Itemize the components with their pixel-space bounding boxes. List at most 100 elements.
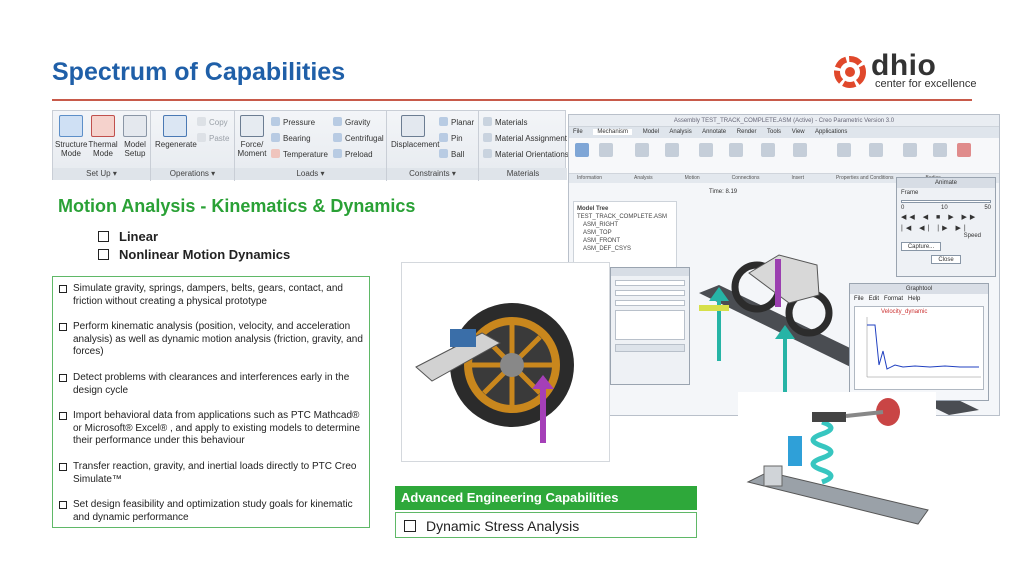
tab-applications[interactable]: Applications [815,129,847,135]
dhio-logo-icon [834,56,866,88]
model-tree-item[interactable]: ASM_FRONT [577,237,673,245]
thermal-mode-button[interactable]: Thermal Mode [87,115,119,158]
speed-label: Speed [963,233,981,239]
summary-icon[interactable] [575,143,589,157]
displacement-button[interactable]: Displacement [391,115,439,149]
model-tree-item[interactable]: ASM_RIGHT [577,221,673,229]
servo-motors-icon[interactable] [793,143,807,157]
ribbon-group-label: Loads ▾ [235,168,386,180]
bearing-button[interactable]: Bearing [271,133,311,144]
temperature-icon [271,149,280,158]
shock-absorber-render [738,392,936,540]
logo-tagline: center for excellence [875,78,977,90]
graph-chart-title: Velocity_dynamic [881,309,928,315]
animate-dialog: Animate Frame 0 10 50 ◀◀ ◀ ■ ▶ ▶▶ |◀ ◀| … [896,177,996,277]
swingarm-wheel-render [415,303,574,443]
model-setup-button[interactable]: Model Setup [119,115,151,158]
pressure-button[interactable]: Pressure [271,117,315,128]
force-moment-icon [240,115,264,137]
mass-properties-button-icon[interactable] [837,143,851,157]
checkbox-icon [59,412,67,421]
close-button[interactable]: Close [931,255,961,264]
ribbon-group-materials: Materials Material Assignment Material O… [479,111,569,181]
ribbon-group-operations: Regenerate Copy Paste Operations ▾ [151,111,235,181]
drag-components-icon[interactable] [699,143,713,157]
mass-properties-icon[interactable] [599,143,613,157]
capture-button[interactable]: Capture... [901,242,941,251]
mechanism-toolbar [569,138,999,174]
checkbox-icon [59,501,67,510]
dhio-logo: dhio center for excellence [833,49,983,92]
advanced-capabilities-heading: Advanced Engineering Capabilities [395,486,697,510]
playback-icon[interactable] [635,143,649,157]
dialog-field[interactable] [615,280,685,286]
ribbon-group-setup: Structure Mode Thermal Mode Model Setup … [53,111,151,181]
tab-model[interactable]: Model [643,129,659,135]
copy-button[interactable]: Copy [197,117,228,128]
model-tree-item[interactable]: ASM_TOP [577,229,673,237]
dialog-buttons[interactable] [615,344,685,352]
gears-icon[interactable] [761,143,775,157]
materials-icon [483,117,492,126]
tab-tools[interactable]: Tools [767,129,781,135]
features-box: Simulate gravity, springs, dampers, belt… [52,276,370,528]
pin-button[interactable]: Pin [439,133,463,144]
dialog-field[interactable] [615,290,685,296]
preload-button[interactable]: Preload [333,149,373,160]
graph-menu[interactable]: File Edit Format Help [850,294,988,304]
material-orientations-icon [483,149,492,158]
structure-mode-button[interactable]: Structure Mode [55,115,87,158]
dynamic-stress-item: Dynamic Stress Analysis [426,518,580,534]
ribbon-group-loads: Force/ Moment Pressure Bearing Temperatu… [235,111,387,181]
temperature-button[interactable]: Temperature [271,149,328,160]
centrifugal-button[interactable]: Centrifugal [333,133,384,144]
tab-file[interactable]: File [573,129,583,135]
preload-icon [333,149,342,158]
ribbon-group-label: Constraints ▾ [387,168,478,180]
feature-item: Perform kinematic analysis (position, ve… [59,321,363,359]
feature-item: Set design feasibility and optimization … [59,499,363,524]
frame-slider[interactable] [901,200,991,203]
model-tree-item[interactable]: TEST_TRACK_COMPLETE.ASM [577,213,673,221]
force-icon[interactable] [903,143,917,157]
graphtool-title: Graphtool [850,284,988,294]
ribbon-group-label: Materials [479,168,567,180]
gravity-button[interactable]: Gravity [333,117,370,128]
materials-button[interactable]: Materials [483,117,527,128]
tab-mechanism[interactable]: Mechanism [593,129,633,135]
planar-button[interactable]: Planar [439,117,474,128]
close-icon[interactable] [957,143,971,157]
tab-view[interactable]: View [792,129,805,135]
tab-annotate[interactable]: Annotate [702,129,726,135]
model-tree-item[interactable]: ASM_DEF_CSYS [577,245,673,253]
displacement-icon [401,115,425,137]
playback-step-controls[interactable]: |◀ ◀| |▶ ▶| [897,223,995,233]
feature-item: Import behavioral data from applications… [59,410,363,448]
ball-button[interactable]: Ball [439,149,464,160]
force-moment-button[interactable]: Force/ Moment [237,115,267,158]
model-setup-icon [123,115,147,137]
list-item: Linear [98,228,290,246]
spring-icon[interactable] [933,143,947,157]
material-assignment-button[interactable]: Material Assignment [483,133,567,144]
tab-analysis[interactable]: Analysis [669,129,691,135]
dialog-panel [615,310,685,340]
playback-controls[interactable]: ◀◀ ◀ ■ ▶ ▶▶ [897,211,995,223]
paste-button[interactable]: Paste [197,133,229,144]
ball-icon [439,149,448,158]
measures-icon[interactable] [665,143,679,157]
material-orientations-button[interactable]: Material Orientations [483,149,569,160]
highlight-bodies-icon[interactable] [869,143,883,157]
regenerate-button[interactable]: Regenerate [155,115,197,149]
tab-render[interactable]: Render [737,129,757,135]
advanced-capabilities-box: Dynamic Stress Analysis [395,512,697,538]
checkbox-icon [59,323,67,332]
motion-analysis-heading: Motion Analysis - Kinematics & Dynamics [58,196,416,216]
dialog-field[interactable] [615,300,685,306]
gravity-icon [333,117,342,126]
joints-icon[interactable] [729,143,743,157]
motion-bullet-list: Linear Nonlinear Motion Dynamics [98,228,290,264]
animate-dialog-title: Animate [897,178,995,188]
regenerate-icon [163,115,187,137]
time-readout: Time: 8.19 [709,189,738,195]
